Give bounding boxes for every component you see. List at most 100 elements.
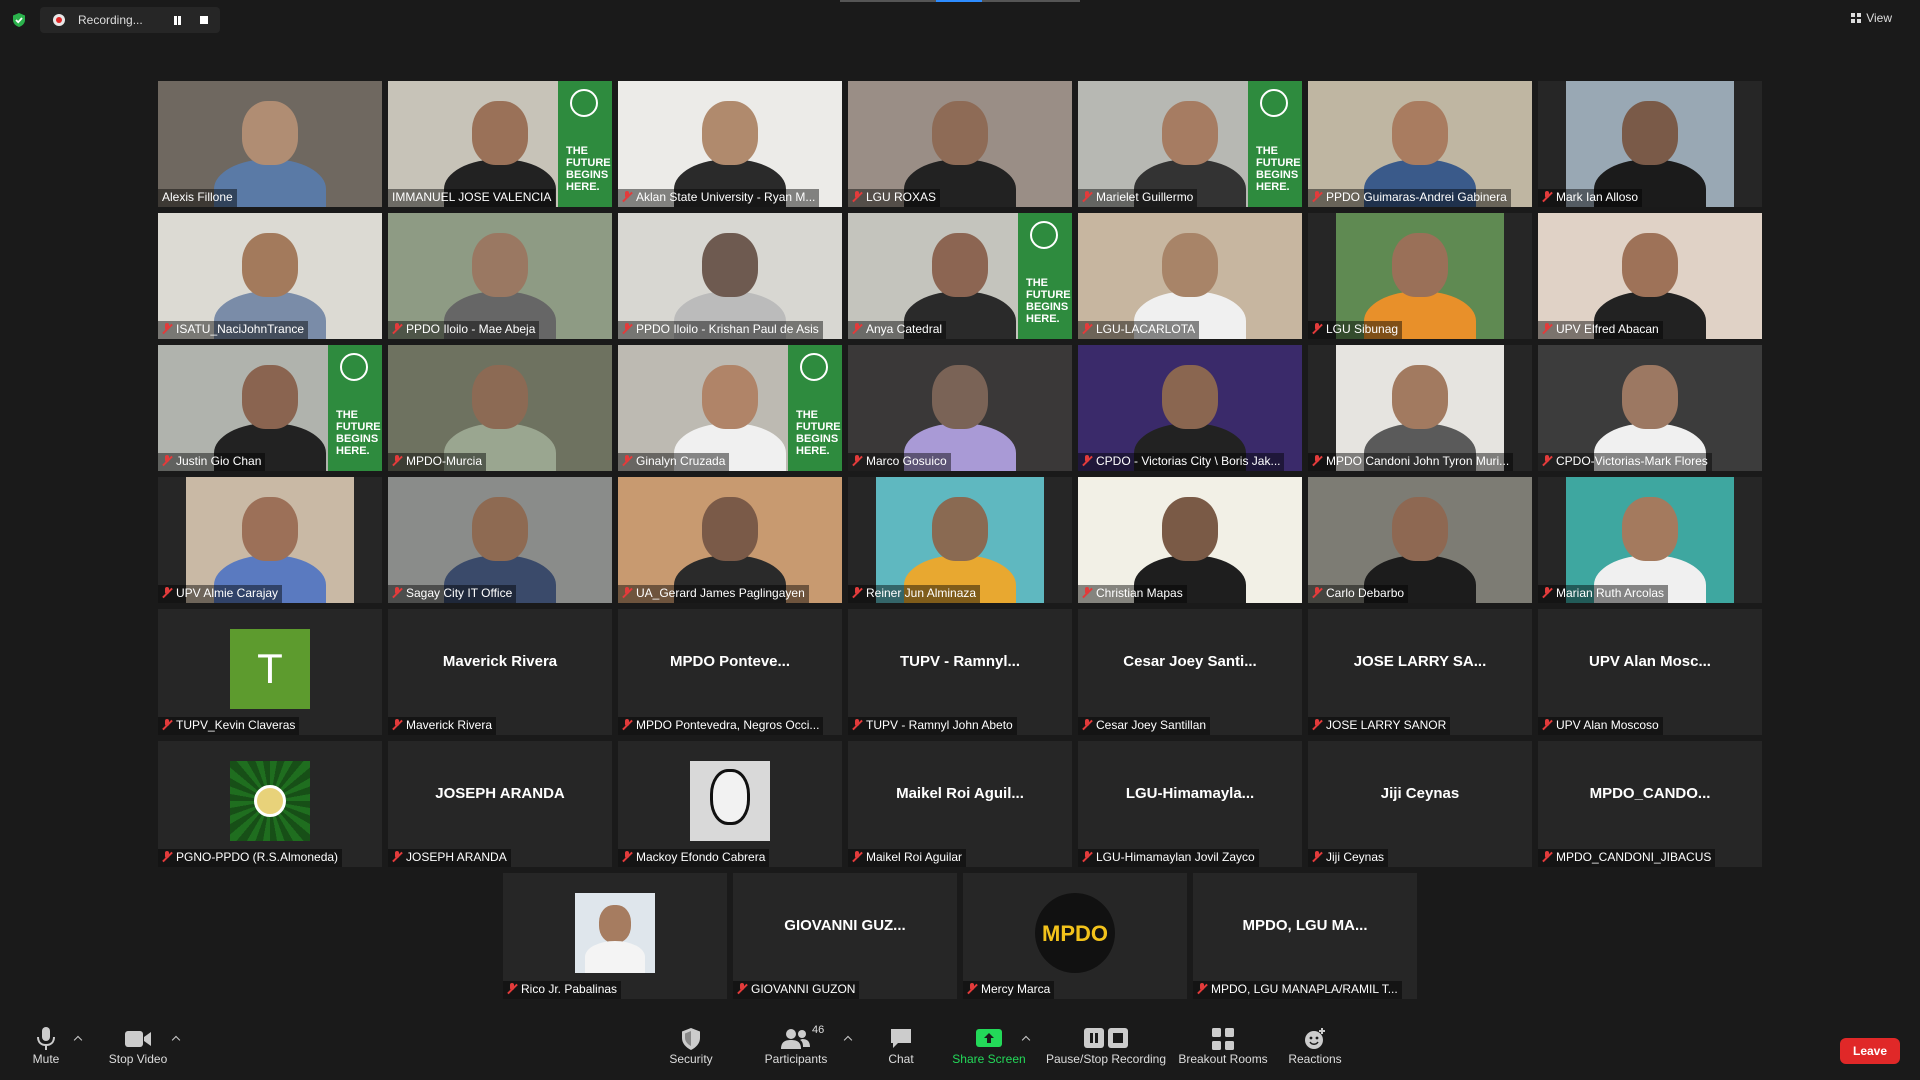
participant-tile[interactable]: MPDO Mercy Marca bbox=[963, 873, 1187, 999]
participant-tile[interactable]: JOSEPH ARANDA JOSEPH ARANDA bbox=[388, 741, 612, 867]
participant-tile[interactable]: ISATU_NaciJohnTrance bbox=[158, 213, 382, 339]
participant-tile[interactable]: Aklan State University - Ryan M... bbox=[618, 81, 842, 207]
muted-microphone-icon bbox=[1197, 983, 1207, 994]
participants-options-caret[interactable] bbox=[844, 1034, 852, 1042]
muted-microphone-icon bbox=[507, 983, 517, 994]
muted-microphone-icon bbox=[622, 455, 632, 466]
muted-microphone-icon bbox=[852, 323, 862, 334]
participant-tile[interactable]: CPDO - Victorias City \ Boris Jak... bbox=[1078, 345, 1302, 471]
participant-tile[interactable]: Jiji Ceynas Jiji Ceynas bbox=[1308, 741, 1532, 867]
chat-button[interactable]: Chat bbox=[880, 1024, 922, 1066]
participant-tile[interactable]: Christian Mapas bbox=[1078, 477, 1302, 603]
chat-label: Chat bbox=[888, 1052, 914, 1066]
participant-tile[interactable]: MPDO_CANDO... MPDO_CANDONI_JIBACUS bbox=[1538, 741, 1762, 867]
participant-tile[interactable]: MPDO, LGU MA... MPDO, LGU MANAPLA/RAMIL T… bbox=[1193, 873, 1417, 999]
participant-tile[interactable]: PPDO Guimaras-Andrei Gabinera bbox=[1308, 81, 1532, 207]
participant-tile[interactable]: PPDO Iloilo - Krishan Paul de Asis bbox=[618, 213, 842, 339]
leave-button[interactable]: Leave bbox=[1840, 1038, 1900, 1064]
participants-count: 46 bbox=[812, 1024, 825, 1036]
participant-tile[interactable]: MPDO Ponteve... MPDO Pontevedra, Negros O… bbox=[618, 609, 842, 735]
participant-name: MPDO-Murcia bbox=[388, 453, 487, 471]
mute-button[interactable]: Mute bbox=[24, 1024, 68, 1066]
view-label: View bbox=[1866, 11, 1892, 25]
university-seal-icon bbox=[1260, 89, 1288, 117]
participant-name: Rico Jr. Pabalinas bbox=[503, 981, 622, 999]
muted-microphone-icon bbox=[1082, 191, 1092, 202]
stop-recording-icon[interactable] bbox=[200, 16, 208, 24]
participant-name: Maverick Rivera bbox=[388, 717, 497, 735]
participant-tile[interactable]: LGU ROXAS bbox=[848, 81, 1072, 207]
share-options-caret[interactable] bbox=[1022, 1034, 1030, 1042]
view-button[interactable]: View bbox=[1851, 11, 1892, 25]
muted-microphone-icon bbox=[1082, 851, 1092, 862]
pause-stop-recording-button[interactable]: Pause/Stop Recording bbox=[1044, 1024, 1168, 1066]
participant-tile[interactable]: Ginalyn Cruzada bbox=[618, 345, 842, 471]
participant-tile[interactable]: LGU-Himamayla... LGU-Himamaylan Jovil Zay… bbox=[1078, 741, 1302, 867]
participant-tile[interactable]: GIOVANNI GUZ... GIOVANNI GUZON bbox=[733, 873, 957, 999]
video-options-caret[interactable] bbox=[172, 1034, 180, 1042]
breakout-rooms-button[interactable]: Breakout Rooms bbox=[1176, 1024, 1270, 1066]
muted-microphone-icon bbox=[162, 323, 172, 334]
participant-display-name: MPDO, LGU MA... bbox=[1242, 917, 1368, 934]
participant-tile[interactable]: Justin Gio Chan bbox=[158, 345, 382, 471]
participant-tile[interactable]: LGU-LACARLOTA bbox=[1078, 213, 1302, 339]
participant-tile[interactable]: Mackoy Efondo Cabrera bbox=[618, 741, 842, 867]
participant-name: CPDO - Victorias City \ Boris Jak... bbox=[1078, 453, 1285, 471]
muted-microphone-icon bbox=[1542, 587, 1552, 598]
security-button[interactable]: Security bbox=[664, 1024, 718, 1066]
participant-name: MPDO_CANDONI_JIBACUS bbox=[1538, 849, 1716, 867]
profile-picture bbox=[575, 893, 655, 973]
participant-tile[interactable]: Rico Jr. Pabalinas bbox=[503, 873, 727, 999]
participant-tile[interactable]: JOSE LARRY SA... JOSE LARRY SANOR bbox=[1308, 609, 1532, 735]
participant-tile[interactable]: UA_Gerard James Paglingayen bbox=[618, 477, 842, 603]
muted-microphone-icon bbox=[1312, 719, 1322, 730]
stop-video-label: Stop Video bbox=[108, 1052, 168, 1066]
share-screen-button[interactable]: Share Screen bbox=[952, 1024, 1026, 1066]
participant-tile[interactable]: UPV Almie Carajay bbox=[158, 477, 382, 603]
participant-tile[interactable]: Alexis Fillone bbox=[158, 81, 382, 207]
participant-tile[interactable]: PPDO Iloilo - Mae Abeja bbox=[388, 213, 612, 339]
muted-microphone-icon bbox=[622, 587, 632, 598]
participant-tile[interactable]: IMMANUEL JOSE VALENCIA bbox=[388, 81, 612, 207]
participant-tile[interactable]: Reiner Jun Alminaza bbox=[848, 477, 1072, 603]
participant-tile[interactable]: Maikel Roi Aguil... Maikel Roi Aguilar bbox=[848, 741, 1072, 867]
muted-microphone-icon bbox=[622, 191, 632, 202]
muted-microphone-icon bbox=[1542, 323, 1552, 334]
participant-name: Jiji Ceynas bbox=[1308, 849, 1389, 867]
audio-options-caret[interactable] bbox=[74, 1034, 82, 1042]
participant-tile[interactable]: MPDO Candoni John Tyron Muri... bbox=[1308, 345, 1532, 471]
stop-video-button[interactable]: Stop Video bbox=[104, 1024, 172, 1066]
participant-tile[interactable]: Carlo Debarbo bbox=[1308, 477, 1532, 603]
participant-tile[interactable]: Marco Gosuico bbox=[848, 345, 1072, 471]
participant-tile[interactable]: T TUPV_Kevin Claveras bbox=[158, 609, 382, 735]
recording-label: Recording... bbox=[78, 13, 143, 27]
muted-microphone-icon bbox=[852, 719, 862, 730]
participant-tile[interactable]: LGU Sibunag bbox=[1308, 213, 1532, 339]
pause-recording-icon[interactable] bbox=[173, 16, 182, 25]
participant-name: Christian Mapas bbox=[1078, 585, 1187, 603]
participant-tile[interactable]: Anya Catedral bbox=[848, 213, 1072, 339]
participant-tile[interactable]: Marielet Guillermo bbox=[1078, 81, 1302, 207]
participant-name: TUPV_Kevin Claveras bbox=[158, 717, 300, 735]
participant-tile[interactable]: Cesar Joey Santi... Cesar Joey Santillan bbox=[1078, 609, 1302, 735]
participant-name: ISATU_NaciJohnTrance bbox=[158, 321, 309, 339]
participant-tile[interactable]: MPDO-Murcia bbox=[388, 345, 612, 471]
shield-icon[interactable] bbox=[11, 12, 27, 28]
muted-microphone-icon bbox=[1542, 455, 1552, 466]
participant-tile[interactable]: CPDO-Victorias-Mark Flores bbox=[1538, 345, 1762, 471]
participants-button[interactable]: 46 Participants bbox=[760, 1024, 832, 1066]
participant-tile[interactable]: Sagay City IT Office bbox=[388, 477, 612, 603]
participant-tile[interactable]: UPV Elfred Abacan bbox=[1538, 213, 1762, 339]
participant-tile[interactable]: Maverick Rivera Maverick Rivera bbox=[388, 609, 612, 735]
participant-name: JOSE LARRY SANOR bbox=[1308, 717, 1451, 735]
participant-tile[interactable]: UPV Alan Mosc... UPV Alan Moscoso bbox=[1538, 609, 1762, 735]
participant-name: Sagay City IT Office bbox=[388, 585, 517, 603]
chat-bubble-icon bbox=[891, 1029, 911, 1048]
participant-tile[interactable]: Mark Ian Alloso bbox=[1538, 81, 1762, 207]
reactions-button[interactable]: Reactions bbox=[1284, 1024, 1346, 1066]
participant-tile[interactable]: TUPV - Ramnyl... TUPV - Ramnyl John Abeto bbox=[848, 609, 1072, 735]
participant-tile[interactable]: Marian Ruth Arcolas bbox=[1538, 477, 1762, 603]
participant-tile[interactable]: PGNO-PPDO (R.S.Almoneda) bbox=[158, 741, 382, 867]
muted-microphone-icon bbox=[392, 455, 402, 466]
reactions-label: Reactions bbox=[1288, 1052, 1342, 1066]
